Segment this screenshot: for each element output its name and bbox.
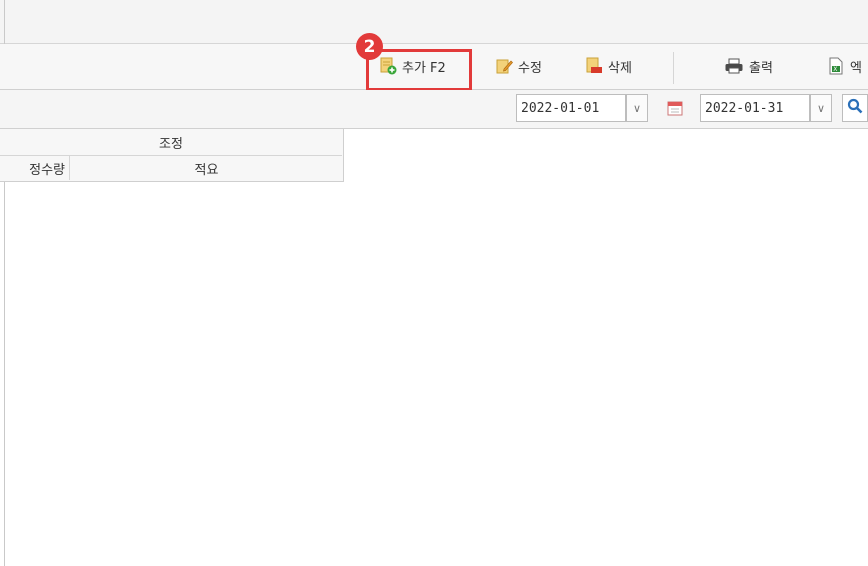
calendar-icon[interactable] <box>664 96 686 120</box>
svg-text:X: X <box>833 66 837 73</box>
grid-group-header: 조정 <box>0 129 342 156</box>
search-button[interactable] <box>842 94 868 122</box>
column-header-quantity[interactable]: 정수량 <box>0 156 70 180</box>
edit-button[interactable]: 수정 <box>495 54 542 78</box>
search-icon <box>847 98 863 118</box>
grid-header: 조정 정수량 적요 <box>0 129 344 182</box>
highlight-box <box>366 49 472 91</box>
date-to-dropdown-button[interactable]: ∨ <box>810 94 832 122</box>
toolbar-separator <box>673 52 674 84</box>
window-top-strip <box>0 0 868 44</box>
excel-button-label: 엑 <box>850 60 862 76</box>
excel-icon: X <box>827 57 845 75</box>
print-button-label: 출력 <box>749 60 773 76</box>
date-from-dropdown-button[interactable]: ∨ <box>626 94 648 122</box>
date-from-input[interactable]: 2022-01-01 <box>516 94 626 122</box>
edit-button-label: 수정 <box>518 60 542 76</box>
delete-button-label: 삭제 <box>608 60 632 76</box>
printer-icon <box>724 57 744 75</box>
chevron-down-icon: ∨ <box>632 101 642 115</box>
chevron-down-icon: ∨ <box>816 101 826 115</box>
print-button[interactable]: 출력 <box>724 54 773 78</box>
column-header-remarks[interactable]: 적요 <box>71 156 342 180</box>
edit-pencil-icon <box>495 57 513 75</box>
delete-button[interactable]: 삭제 <box>585 54 632 78</box>
date-to-input[interactable]: 2022-01-31 <box>700 94 810 122</box>
excel-button[interactable]: X 엑 <box>827 54 862 78</box>
delete-document-icon <box>585 57 603 75</box>
step-badge: 2 <box>356 33 383 60</box>
